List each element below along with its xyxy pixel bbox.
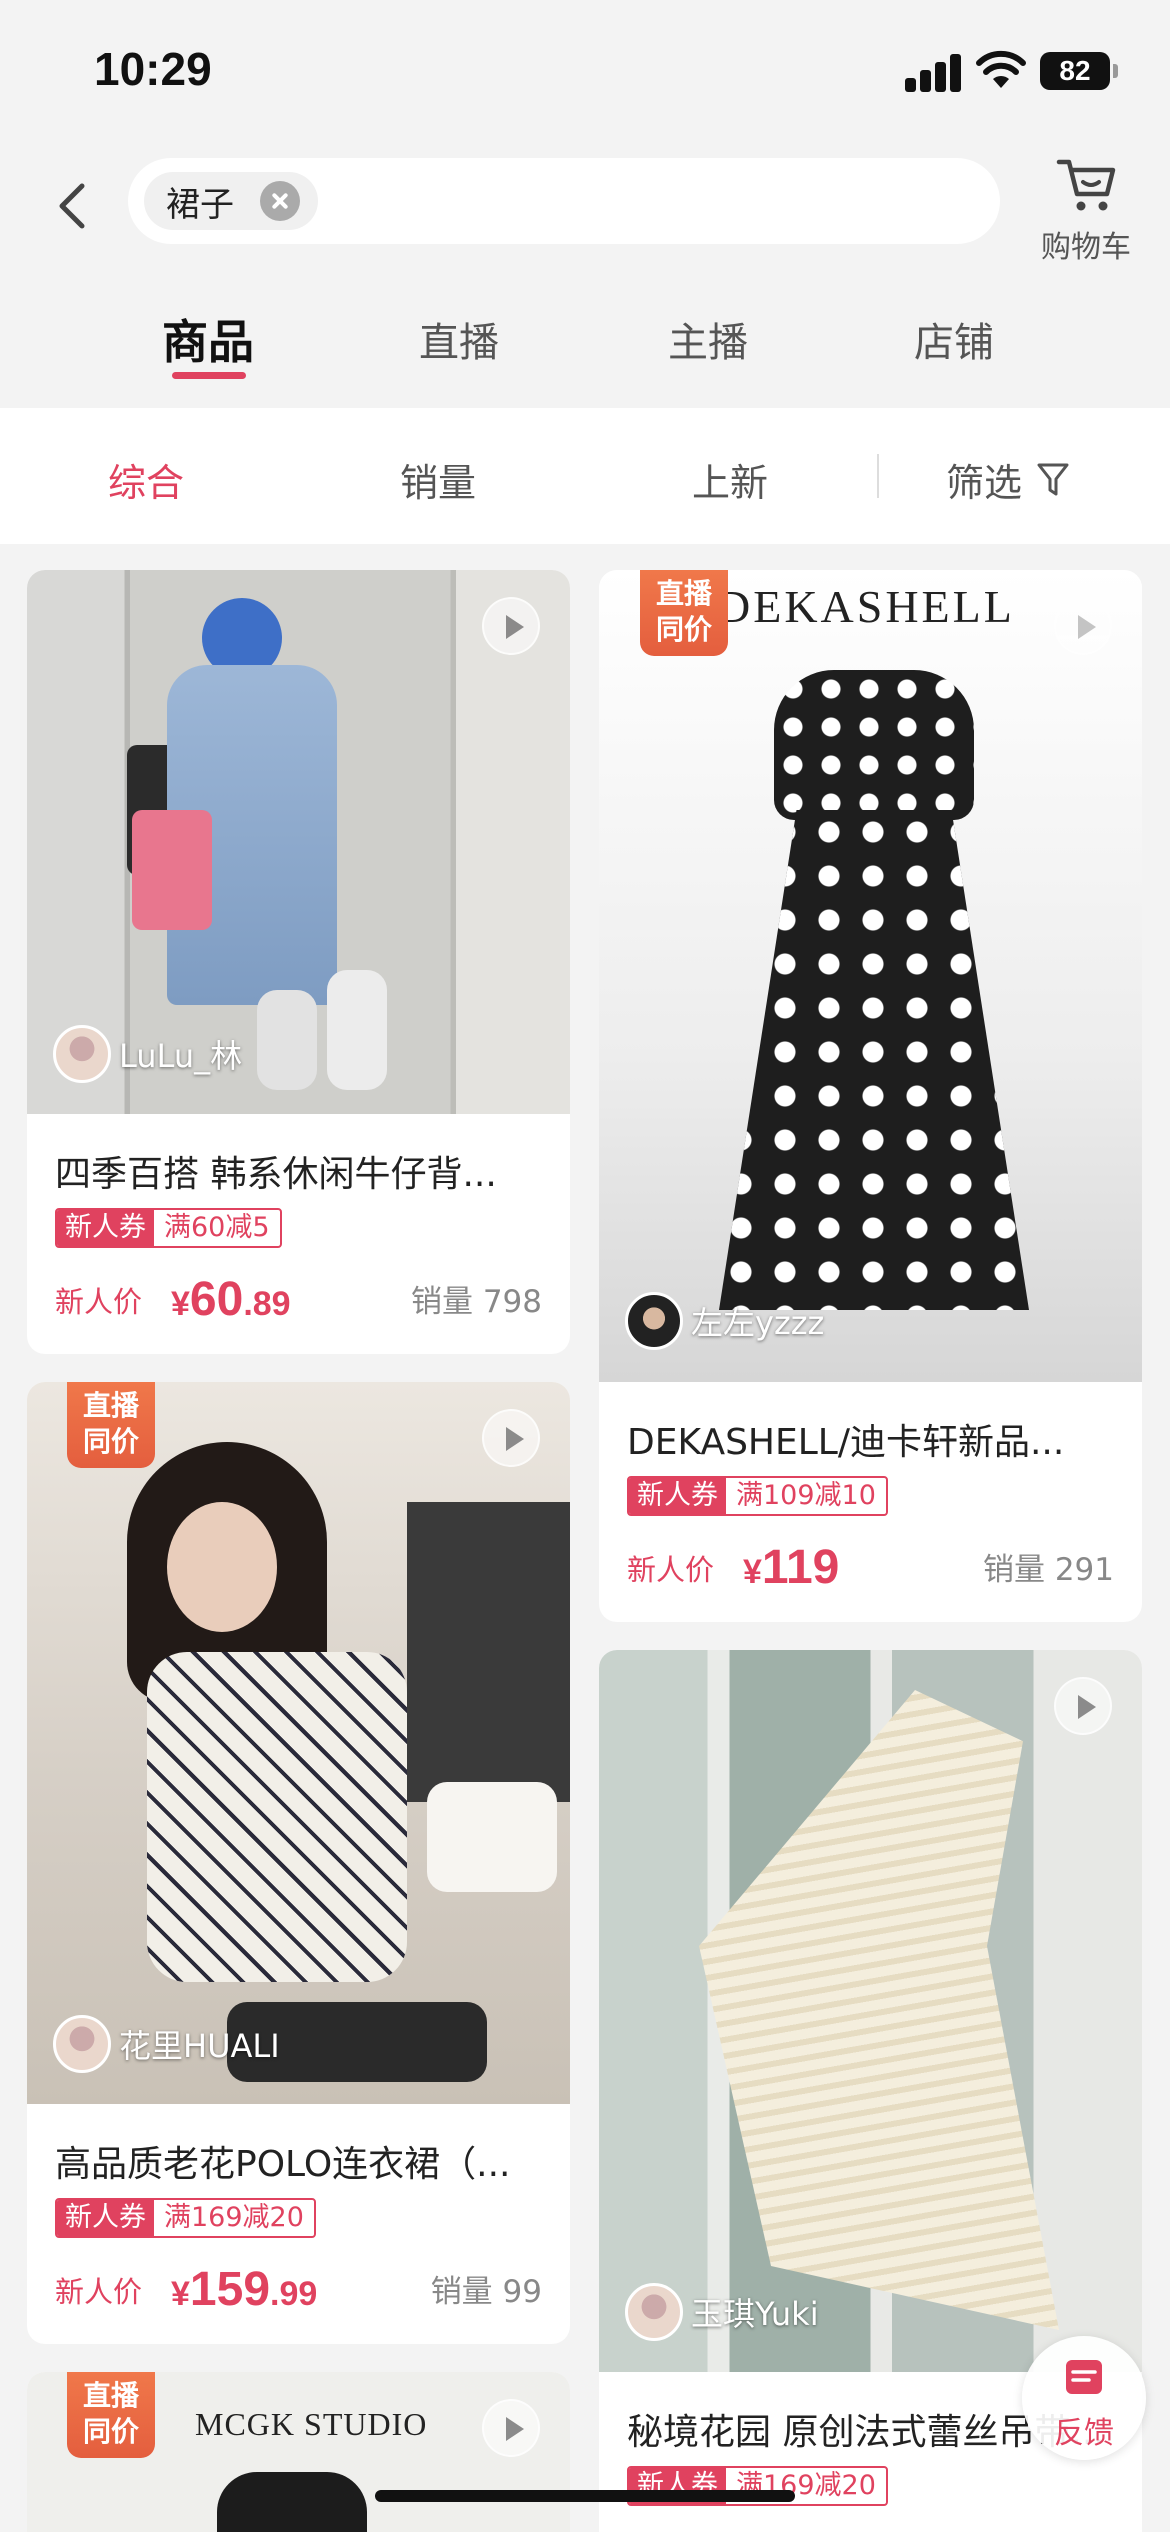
- product-card[interactable]: DEKASHELL 直播 同价 左左yzzz DEKASHELL/迪卡轩新品..…: [599, 570, 1142, 1622]
- coupon-tag: 新人券: [57, 1210, 154, 1246]
- author-name: 花里HUALI: [119, 2027, 280, 2065]
- search-input[interactable]: 裙子: [128, 158, 1000, 244]
- video-play-icon[interactable]: [482, 2399, 540, 2457]
- signal-icon: [905, 52, 961, 92]
- back-icon[interactable]: [44, 176, 104, 236]
- wifi-icon: [976, 50, 1026, 88]
- price: ¥159.99: [171, 2263, 318, 2316]
- author-tag[interactable]: 左左yzzz: [625, 1292, 824, 1350]
- tab-live[interactable]: 直播: [419, 310, 499, 368]
- price: ¥119: [743, 1541, 840, 1594]
- filter-icon: [1037, 463, 1069, 495]
- price-row: 新人价 ¥159.99 销量 99: [55, 2257, 542, 2317]
- sales-count: 销量 99: [430, 2274, 542, 2310]
- status-bar: 10:29 82: [0, 0, 1170, 140]
- sort-newest[interactable]: 上新: [692, 452, 768, 507]
- coupon-value: 满60减5: [164, 1212, 270, 1243]
- product-card[interactable]: 直播 同价 花里HUALI 高品质老花POLO连衣裙（... 新人券 满169减…: [27, 1382, 570, 2344]
- filter-button[interactable]: 筛选: [946, 452, 1070, 507]
- status-time: 10:29: [94, 43, 212, 95]
- search-header: 裙子 购物车: [0, 140, 1170, 270]
- tab-products[interactable]: 商品: [162, 306, 254, 372]
- price-row: 新人价 ¥119 销量 291: [627, 1535, 1114, 1595]
- tab-hosts[interactable]: 主播: [668, 310, 748, 368]
- live-price-badge: 直播 同价: [67, 2372, 155, 2458]
- search-query-chip[interactable]: 裙子: [144, 172, 318, 230]
- coupon-tag: 新人券: [629, 1478, 726, 1514]
- video-play-icon[interactable]: [1054, 1677, 1112, 1735]
- sales-count: 销量 291: [982, 1552, 1114, 1588]
- search-query-text: 裙子: [166, 184, 234, 225]
- author-avatar: [53, 2015, 111, 2073]
- video-play-icon[interactable]: [1054, 597, 1112, 655]
- price-prefix: 新人价: [55, 2275, 143, 2309]
- coupon-badge: 新人券 满169减20: [55, 2198, 316, 2238]
- author-tag[interactable]: 花里HUALI: [53, 2015, 280, 2073]
- product-card[interactable]: MCGK STUDIO 直播 同价: [27, 2372, 570, 2532]
- author-tag[interactable]: 玉琪Yuki: [625, 2283, 819, 2341]
- active-tab-indicator: [172, 372, 246, 379]
- author-tag[interactable]: LuLu_林: [53, 1025, 242, 1083]
- product-image: [599, 1650, 1142, 2372]
- price-row: 新人价 ¥60.89 销量 798: [55, 1267, 542, 1327]
- product-title[interactable]: DEKASHELL/迪卡轩新品...: [627, 1413, 1117, 1465]
- product-card[interactable]: LuLu_林 四季百搭 韩系休闲牛仔背... 新人券 满60减5 新人价 ¥60…: [27, 570, 570, 1354]
- author-avatar: [53, 1025, 111, 1083]
- author-name: 左左yzzz: [691, 1304, 825, 1342]
- video-play-icon[interactable]: [482, 597, 540, 655]
- feedback-label: 反馈: [1054, 2416, 1114, 2451]
- sort-sales[interactable]: 销量: [400, 452, 476, 507]
- filter-label: 筛选: [946, 461, 1023, 505]
- sort-divider: [877, 454, 879, 498]
- author-avatar: [625, 1292, 683, 1350]
- coupon-badge: 新人券 满109减10: [627, 1476, 888, 1516]
- clear-query-icon[interactable]: [260, 181, 300, 221]
- coupon-value: 满169减20: [164, 2202, 304, 2233]
- author-name: 玉琪Yuki: [691, 2295, 819, 2333]
- feedback-icon: [1066, 2360, 1102, 2394]
- author-avatar: [625, 2283, 683, 2341]
- sort-comprehensive[interactable]: 综合: [108, 452, 184, 507]
- battery-icon: 82: [1040, 52, 1118, 90]
- product-title[interactable]: 高品质老花POLO连衣裙（...: [55, 2135, 545, 2187]
- cart-label: 购物车: [1041, 230, 1131, 265]
- product-title[interactable]: 四季百搭 韩系休闲牛仔背...: [55, 1145, 545, 1197]
- brand-logo-text: MCGK STUDIO: [195, 2406, 428, 2442]
- sales-count: 销量 798: [410, 1284, 542, 1320]
- live-price-badge: 直播 同价: [67, 1382, 155, 1468]
- coupon-badge: 新人券 满60减5: [55, 1208, 282, 1248]
- cart-button[interactable]: 购物车: [1026, 152, 1146, 265]
- feedback-button[interactable]: 反馈: [1022, 2336, 1146, 2460]
- content-tabs: 商品 直播 主播 店铺: [0, 290, 1170, 400]
- cart-icon: [1056, 159, 1116, 211]
- coupon-tag: 新人券: [57, 2200, 154, 2236]
- coupon-value: 满109减10: [736, 1480, 876, 1511]
- home-indicator: [375, 2490, 795, 2502]
- video-play-icon[interactable]: [482, 1409, 540, 1467]
- price: ¥60.89: [171, 1273, 291, 1326]
- price-prefix: 新人价: [55, 1285, 143, 1319]
- product-image: DEKASHELL: [599, 570, 1142, 1382]
- product-image: [27, 1382, 570, 2104]
- author-name: LuLu_林: [119, 1037, 243, 1075]
- brand-logo-text: DEKASHELL: [717, 581, 1015, 632]
- live-price-badge: 直播 同价: [640, 570, 728, 656]
- sort-bar: 综合 销量 上新 筛选: [0, 408, 1170, 544]
- price-prefix: 新人价: [627, 1553, 715, 1587]
- tab-shops[interactable]: 店铺: [914, 310, 994, 368]
